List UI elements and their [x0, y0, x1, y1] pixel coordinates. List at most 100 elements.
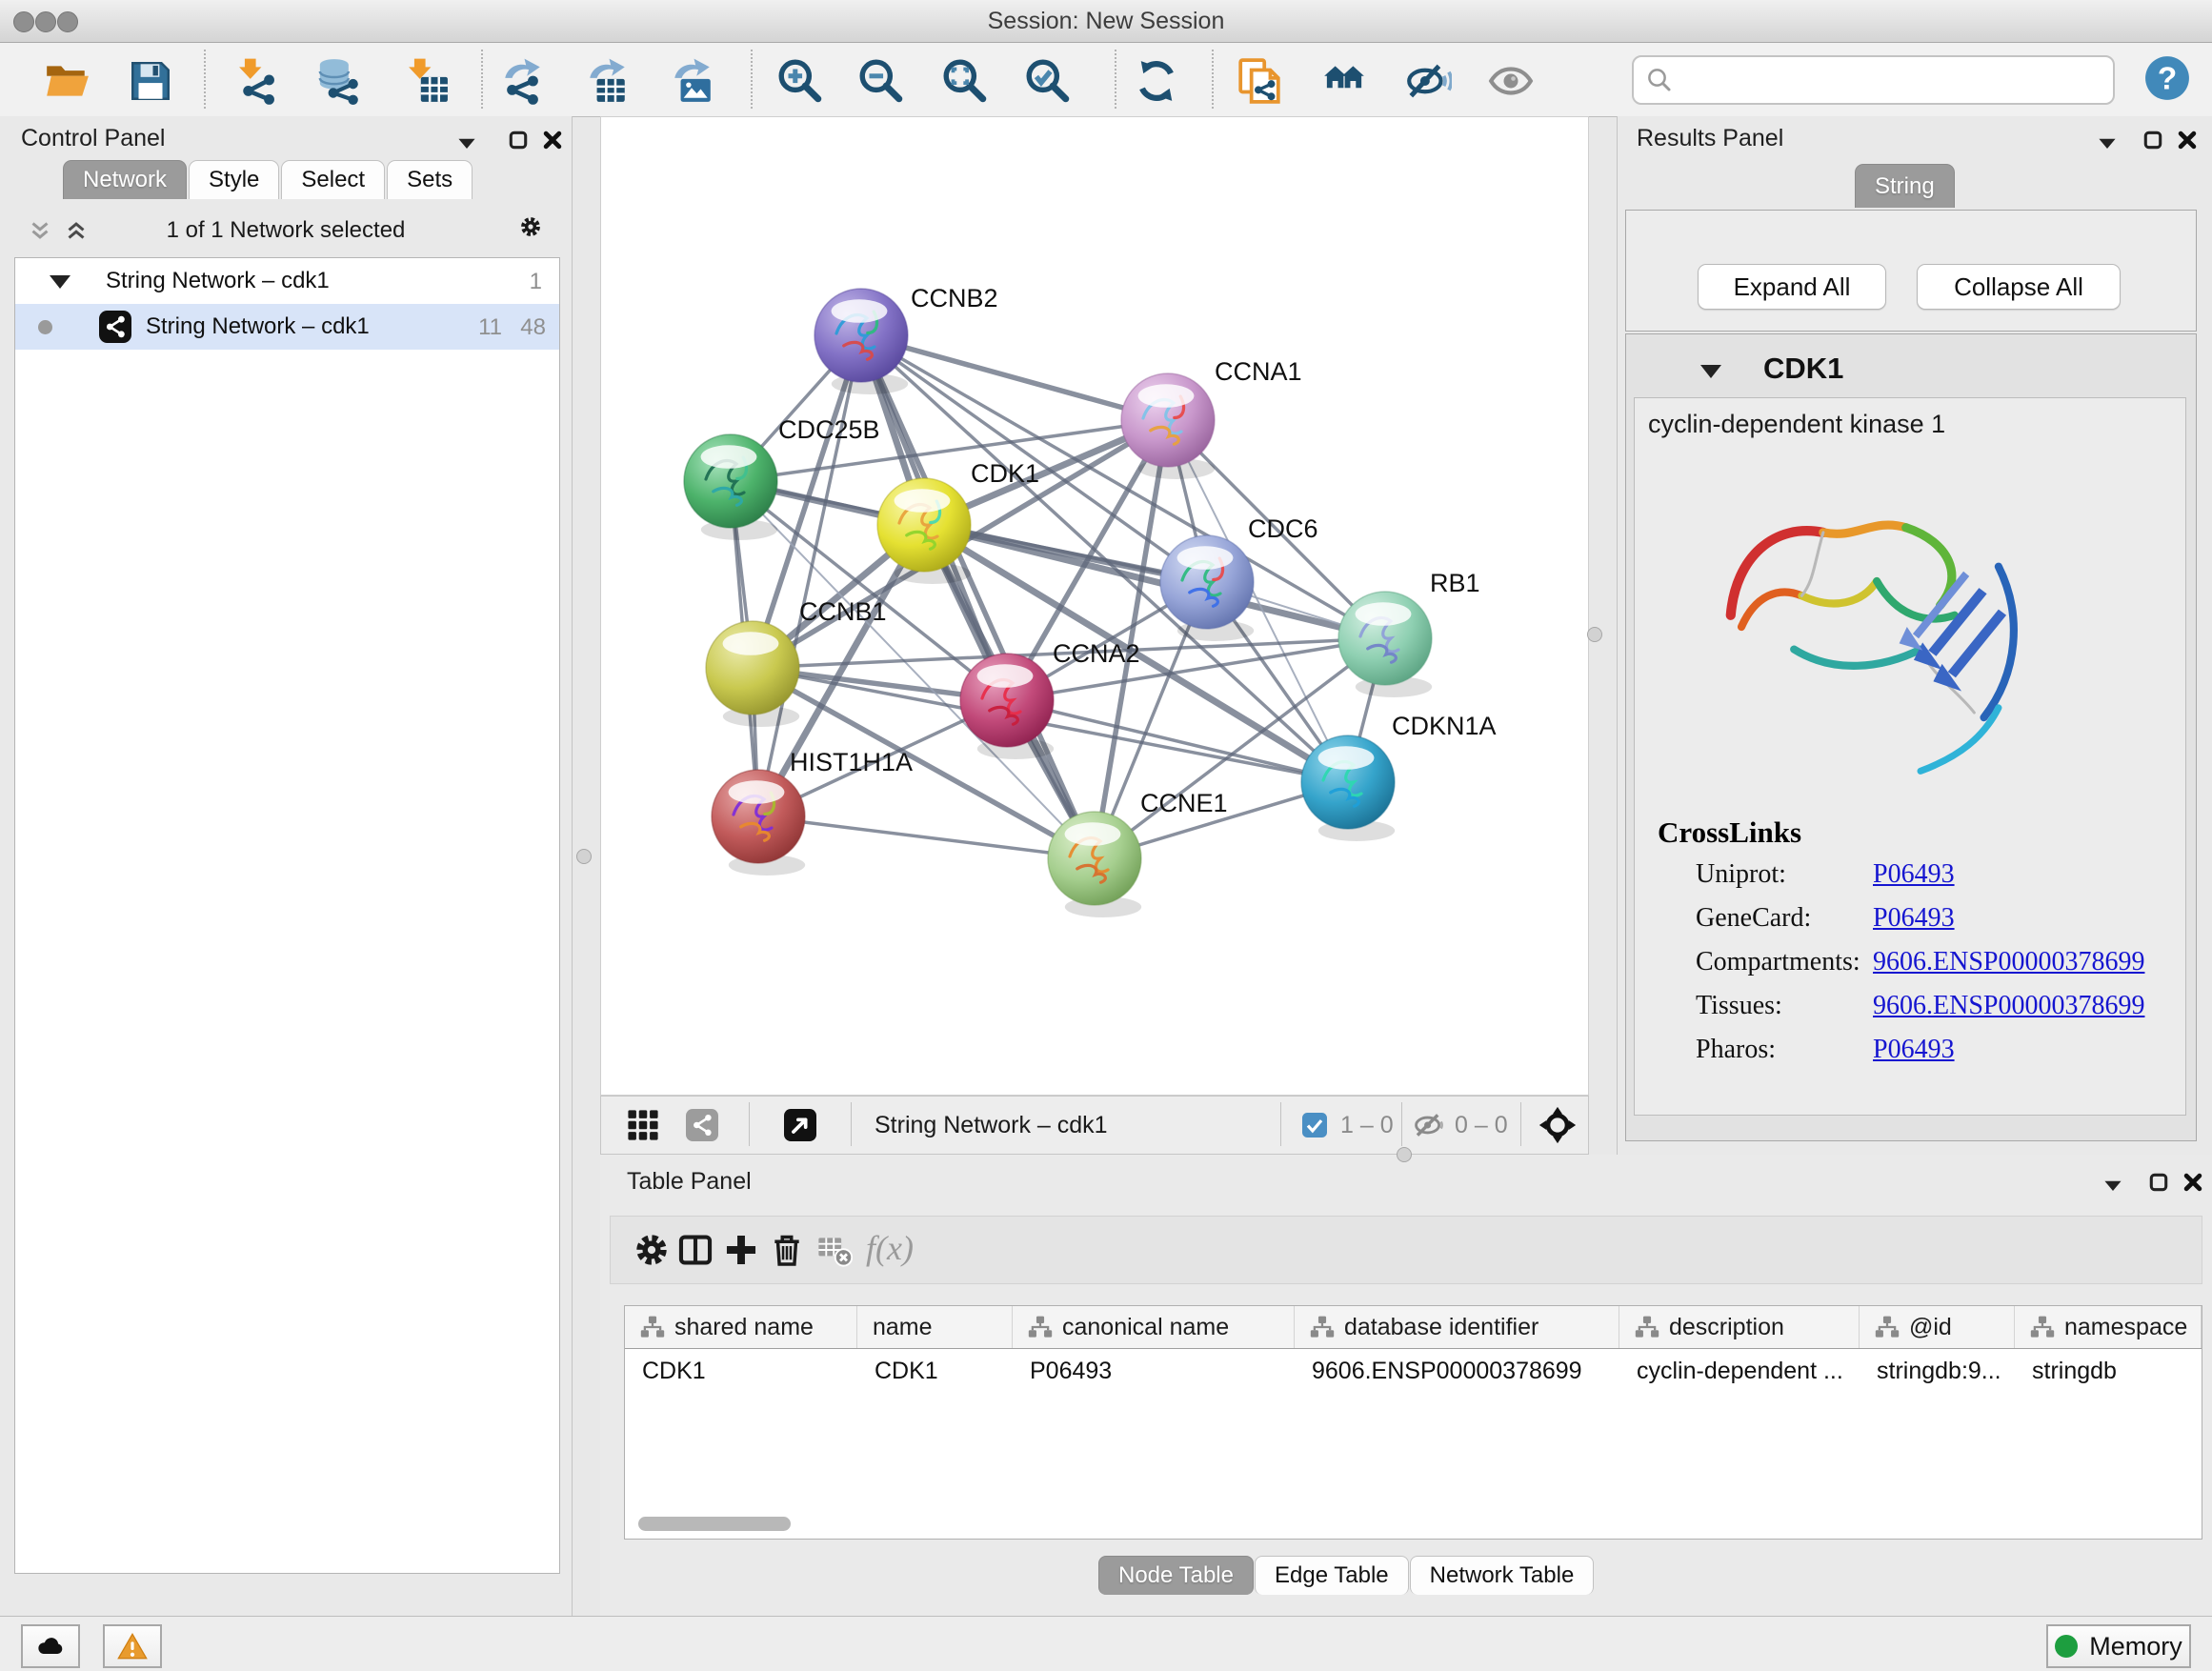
table-row[interactable]: CDK1CDK1P064939606.ENSP00000378699cyclin…	[625, 1349, 2202, 1393]
column-header-canonical-name[interactable]: canonical name	[1013, 1306, 1295, 1348]
column-header-shared-name[interactable]: shared name	[625, 1306, 857, 1348]
panel-float-icon[interactable]	[507, 129, 530, 151]
graphics-details-icon[interactable]	[1320, 57, 1368, 105]
zoom-fit-icon[interactable]	[941, 57, 989, 105]
zoom-in-icon[interactable]	[776, 57, 824, 105]
network-edge	[861, 335, 1095, 858]
network-node-CDK1[interactable]	[877, 478, 971, 584]
network-node-CDKN1A[interactable]	[1301, 735, 1395, 841]
network-canvas[interactable]: CCNB2CCNA1CDC25BCDK1CDC6RB1CCNB1CCNA2CDK…	[600, 116, 1589, 1096]
network-node-CCNE1[interactable]	[1048, 812, 1141, 917]
panel-menu-caret-icon[interactable]	[2096, 131, 2119, 154]
horizontal-scrollbar-thumb[interactable]	[638, 1517, 791, 1531]
column-header-@id[interactable]: @id	[1860, 1306, 2015, 1348]
network-node-HIST1H1A[interactable]	[712, 770, 805, 876]
crosslink-value-link[interactable]: P06493	[1873, 1035, 1955, 1065]
delete-column-trash-icon[interactable]	[769, 1232, 805, 1268]
table-options-gear-icon[interactable]	[633, 1232, 670, 1268]
column-header-namespace[interactable]: namespace	[2015, 1306, 2202, 1348]
network-options-gear-icon[interactable]	[519, 215, 550, 246]
horizontal-splitter-handle[interactable]	[1397, 1147, 1412, 1162]
network-node-RB1[interactable]	[1338, 592, 1432, 697]
search-box[interactable]	[1632, 55, 2115, 105]
crosslink-value-link[interactable]: P06493	[1873, 903, 1955, 934]
table-cell[interactable]: CDK1	[857, 1349, 1013, 1393]
table-cell[interactable]: CDK1	[625, 1349, 857, 1393]
tab-select[interactable]: Select	[281, 160, 385, 199]
import-network-database-icon[interactable]	[314, 57, 362, 105]
node-label-CCNE1: CCNE1	[1140, 789, 1228, 817]
table-cell[interactable]: 9606.ENSP00000378699	[1295, 1349, 1619, 1393]
network-node-CCNB2[interactable]	[814, 289, 908, 394]
table-cell[interactable]: stringdb:9...	[1860, 1349, 2015, 1393]
memory-button[interactable]: Memory	[2046, 1624, 2191, 1668]
add-column-plus-icon[interactable]	[723, 1232, 759, 1268]
column-header-description[interactable]: description	[1619, 1306, 1860, 1348]
cloud-status-button[interactable]	[21, 1624, 80, 1668]
warnings-button[interactable]	[103, 1624, 162, 1668]
zoom-out-icon[interactable]	[857, 57, 905, 105]
save-session-icon[interactable]	[127, 57, 174, 105]
panel-float-icon[interactable]	[2142, 129, 2164, 151]
tab-edge-table[interactable]: Edge Table	[1255, 1556, 1409, 1595]
table-cell[interactable]: cyclin-dependent ...	[1619, 1349, 1860, 1393]
hidden-eye-slash-icon[interactable]	[1413, 1109, 1445, 1141]
node-table[interactable]: shared namenamecanonical namedatabase id…	[624, 1305, 2202, 1540]
show-columns-icon[interactable]	[677, 1232, 714, 1268]
tab-network[interactable]: Network	[63, 160, 187, 199]
vertical-splitter-handle[interactable]	[576, 849, 592, 864]
tab-sets[interactable]: Sets	[387, 160, 473, 199]
string-badge-gray-icon[interactable]	[686, 1109, 718, 1141]
crosslink-value-link[interactable]: 9606.ENSP00000378699	[1873, 991, 2144, 1021]
panel-float-icon[interactable]	[2147, 1171, 2170, 1194]
hide-selected-eye-slash-icon[interactable]	[1404, 57, 1452, 105]
results-panel-title: Results Panel	[1637, 125, 1783, 152]
network-node-CCNA1[interactable]	[1121, 373, 1215, 479]
network-node-CDC6[interactable]	[1160, 535, 1254, 641]
main-toolbar: ?	[0, 43, 2212, 117]
tab-string[interactable]: String	[1855, 164, 1955, 208]
column-header-database-identifier[interactable]: database identifier	[1295, 1306, 1619, 1348]
panel-menu-caret-icon[interactable]	[2101, 1174, 2124, 1197]
string-network-graph[interactable]: CCNB2CCNA1CDC25BCDK1CDC6RB1CCNB1CCNA2CDK…	[601, 117, 1590, 1097]
selected-checkbox-icon[interactable]	[1302, 1113, 1327, 1137]
collection-expand-triangle-icon[interactable]	[50, 275, 70, 289]
import-network-icon[interactable]	[232, 57, 280, 105]
show-all-eye-icon[interactable]	[1487, 57, 1535, 105]
network-row-selected[interactable]: String Network – cdk1 11 48	[15, 304, 559, 350]
duplicate-network-icon[interactable]	[1236, 57, 1283, 105]
collapse-all-button[interactable]: Collapse All	[1917, 264, 2121, 310]
panel-close-icon[interactable]	[541, 129, 564, 151]
birdseye-grid-icon[interactable]	[627, 1109, 659, 1141]
tab-node-table[interactable]: Node Table	[1098, 1556, 1254, 1595]
crosslink-value-link[interactable]: P06493	[1873, 859, 1955, 890]
panel-menu-caret-icon[interactable]	[455, 131, 478, 154]
network-node-CCNA2[interactable]	[960, 654, 1054, 759]
export-network-icon[interactable]	[498, 57, 546, 105]
open-in-new-window-icon[interactable]	[784, 1109, 816, 1141]
panel-close-icon[interactable]	[2182, 1171, 2204, 1194]
crosslink-row: Uniprot:P06493	[1669, 859, 2166, 903]
column-header-name[interactable]: name	[857, 1306, 1013, 1348]
pan-crosshair-icon[interactable]	[1538, 1106, 1577, 1144]
table-cell[interactable]: stringdb	[2015, 1349, 2202, 1393]
search-input[interactable]	[1674, 61, 2113, 99]
vertical-splitter-handle[interactable]	[1587, 627, 1602, 642]
table-cell[interactable]: P06493	[1013, 1349, 1295, 1393]
protein-collapse-triangle-icon[interactable]	[1700, 365, 1721, 378]
help-icon[interactable]: ?	[2143, 54, 2191, 102]
panel-close-icon[interactable]	[2176, 129, 2199, 151]
network-node-CCNB1[interactable]	[706, 621, 799, 727]
network-node-CDC25B[interactable]	[684, 434, 777, 540]
export-image-icon[interactable]	[668, 57, 715, 105]
tab-style[interactable]: Style	[189, 160, 279, 199]
network-collection-row[interactable]: String Network – cdk1 1	[15, 258, 559, 304]
export-table-icon[interactable]	[583, 57, 631, 105]
tab-network-table[interactable]: Network Table	[1410, 1556, 1595, 1595]
import-table-icon[interactable]	[402, 57, 450, 105]
refresh-icon[interactable]	[1133, 57, 1180, 105]
expand-all-button[interactable]: Expand All	[1698, 264, 1886, 310]
crosslink-value-link[interactable]: 9606.ENSP00000378699	[1873, 947, 2144, 977]
zoom-selected-icon[interactable]	[1024, 57, 1072, 105]
open-session-icon[interactable]	[43, 57, 90, 105]
